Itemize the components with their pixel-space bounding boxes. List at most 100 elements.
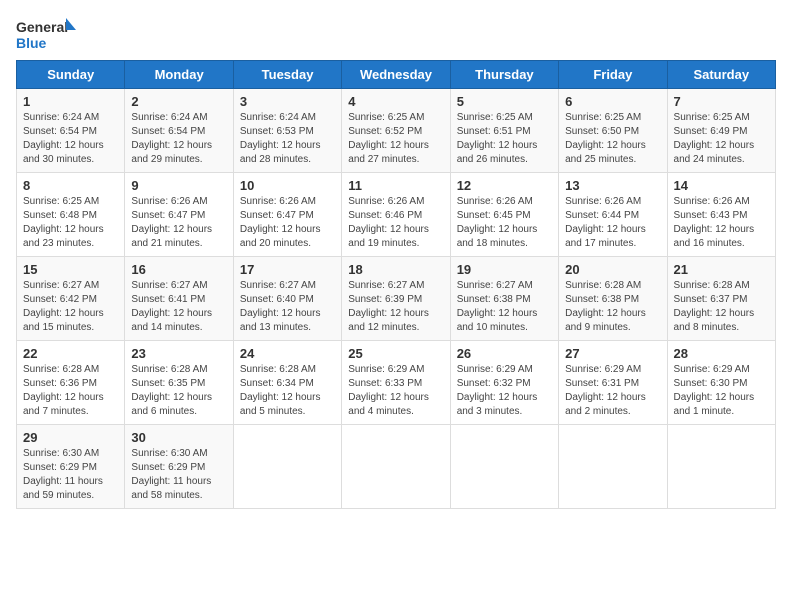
day-detail: Sunrise: 6:28 AMSunset: 6:35 PMDaylight:… bbox=[131, 363, 226, 419]
day-detail: Sunrise: 6:30 AMSunset: 6:29 PMDaylight:… bbox=[23, 447, 118, 503]
day-detail: Sunrise: 6:26 AMSunset: 6:45 PMDaylight:… bbox=[457, 195, 552, 251]
day-detail: Sunrise: 6:25 AMSunset: 6:52 PMDaylight:… bbox=[348, 111, 443, 167]
weekday-header-wednesday: Wednesday bbox=[342, 61, 450, 89]
calendar-week-row: 8 Sunrise: 6:25 AMSunset: 6:48 PMDayligh… bbox=[17, 173, 776, 257]
logo-svg: General Blue bbox=[16, 16, 76, 52]
day-number: 8 bbox=[23, 178, 118, 193]
day-number: 14 bbox=[674, 178, 769, 193]
calendar-day-cell: 15 Sunrise: 6:27 AMSunset: 6:42 PMDaylig… bbox=[17, 257, 125, 341]
calendar-day-cell: 16 Sunrise: 6:27 AMSunset: 6:41 PMDaylig… bbox=[125, 257, 233, 341]
calendar-day-cell: 9 Sunrise: 6:26 AMSunset: 6:47 PMDayligh… bbox=[125, 173, 233, 257]
weekday-header-thursday: Thursday bbox=[450, 61, 558, 89]
calendar-day-cell: 23 Sunrise: 6:28 AMSunset: 6:35 PMDaylig… bbox=[125, 341, 233, 425]
day-detail: Sunrise: 6:27 AMSunset: 6:40 PMDaylight:… bbox=[240, 279, 335, 335]
day-number: 21 bbox=[674, 262, 769, 277]
day-detail: Sunrise: 6:24 AMSunset: 6:54 PMDaylight:… bbox=[131, 111, 226, 167]
page-header: General Blue bbox=[16, 16, 776, 52]
day-number: 2 bbox=[131, 94, 226, 109]
calendar-day-cell: 14 Sunrise: 6:26 AMSunset: 6:43 PMDaylig… bbox=[667, 173, 775, 257]
calendar-day-cell: 2 Sunrise: 6:24 AMSunset: 6:54 PMDayligh… bbox=[125, 89, 233, 173]
day-detail: Sunrise: 6:25 AMSunset: 6:51 PMDaylight:… bbox=[457, 111, 552, 167]
calendar-day-cell: 8 Sunrise: 6:25 AMSunset: 6:48 PMDayligh… bbox=[17, 173, 125, 257]
day-number: 10 bbox=[240, 178, 335, 193]
calendar-day-cell bbox=[559, 425, 667, 509]
day-detail: Sunrise: 6:27 AMSunset: 6:39 PMDaylight:… bbox=[348, 279, 443, 335]
day-number: 29 bbox=[23, 430, 118, 445]
day-detail: Sunrise: 6:25 AMSunset: 6:48 PMDaylight:… bbox=[23, 195, 118, 251]
calendar-day-cell: 11 Sunrise: 6:26 AMSunset: 6:46 PMDaylig… bbox=[342, 173, 450, 257]
calendar-day-cell: 25 Sunrise: 6:29 AMSunset: 6:33 PMDaylig… bbox=[342, 341, 450, 425]
day-number: 28 bbox=[674, 346, 769, 361]
day-number: 27 bbox=[565, 346, 660, 361]
calendar-week-row: 15 Sunrise: 6:27 AMSunset: 6:42 PMDaylig… bbox=[17, 257, 776, 341]
calendar-day-cell bbox=[667, 425, 775, 509]
weekday-header-sunday: Sunday bbox=[17, 61, 125, 89]
calendar-day-cell: 7 Sunrise: 6:25 AMSunset: 6:49 PMDayligh… bbox=[667, 89, 775, 173]
day-detail: Sunrise: 6:27 AMSunset: 6:41 PMDaylight:… bbox=[131, 279, 226, 335]
day-detail: Sunrise: 6:30 AMSunset: 6:29 PMDaylight:… bbox=[131, 447, 226, 503]
calendar-day-cell: 10 Sunrise: 6:26 AMSunset: 6:47 PMDaylig… bbox=[233, 173, 341, 257]
day-detail: Sunrise: 6:28 AMSunset: 6:36 PMDaylight:… bbox=[23, 363, 118, 419]
day-number: 17 bbox=[240, 262, 335, 277]
day-detail: Sunrise: 6:28 AMSunset: 6:38 PMDaylight:… bbox=[565, 279, 660, 335]
calendar-day-cell: 26 Sunrise: 6:29 AMSunset: 6:32 PMDaylig… bbox=[450, 341, 558, 425]
day-detail: Sunrise: 6:25 AMSunset: 6:50 PMDaylight:… bbox=[565, 111, 660, 167]
calendar-day-cell: 3 Sunrise: 6:24 AMSunset: 6:53 PMDayligh… bbox=[233, 89, 341, 173]
calendar-week-row: 1 Sunrise: 6:24 AMSunset: 6:54 PMDayligh… bbox=[17, 89, 776, 173]
calendar-day-cell: 24 Sunrise: 6:28 AMSunset: 6:34 PMDaylig… bbox=[233, 341, 341, 425]
day-number: 18 bbox=[348, 262, 443, 277]
day-number: 1 bbox=[23, 94, 118, 109]
svg-text:Blue: Blue bbox=[16, 35, 47, 51]
logo: General Blue bbox=[16, 16, 76, 52]
calendar-day-cell: 17 Sunrise: 6:27 AMSunset: 6:40 PMDaylig… bbox=[233, 257, 341, 341]
calendar-table: SundayMondayTuesdayWednesdayThursdayFrid… bbox=[16, 60, 776, 509]
calendar-day-cell: 30 Sunrise: 6:30 AMSunset: 6:29 PMDaylig… bbox=[125, 425, 233, 509]
day-detail: Sunrise: 6:28 AMSunset: 6:34 PMDaylight:… bbox=[240, 363, 335, 419]
day-number: 30 bbox=[131, 430, 226, 445]
day-number: 11 bbox=[348, 178, 443, 193]
weekday-header-row: SundayMondayTuesdayWednesdayThursdayFrid… bbox=[17, 61, 776, 89]
day-detail: Sunrise: 6:26 AMSunset: 6:43 PMDaylight:… bbox=[674, 195, 769, 251]
day-detail: Sunrise: 6:29 AMSunset: 6:30 PMDaylight:… bbox=[674, 363, 769, 419]
calendar-day-cell: 19 Sunrise: 6:27 AMSunset: 6:38 PMDaylig… bbox=[450, 257, 558, 341]
day-number: 23 bbox=[131, 346, 226, 361]
day-number: 16 bbox=[131, 262, 226, 277]
day-number: 19 bbox=[457, 262, 552, 277]
day-number: 20 bbox=[565, 262, 660, 277]
calendar-day-cell: 4 Sunrise: 6:25 AMSunset: 6:52 PMDayligh… bbox=[342, 89, 450, 173]
calendar-day-cell: 27 Sunrise: 6:29 AMSunset: 6:31 PMDaylig… bbox=[559, 341, 667, 425]
day-detail: Sunrise: 6:28 AMSunset: 6:37 PMDaylight:… bbox=[674, 279, 769, 335]
day-detail: Sunrise: 6:24 AMSunset: 6:54 PMDaylight:… bbox=[23, 111, 118, 167]
day-number: 7 bbox=[674, 94, 769, 109]
calendar-day-cell: 18 Sunrise: 6:27 AMSunset: 6:39 PMDaylig… bbox=[342, 257, 450, 341]
calendar-day-cell: 5 Sunrise: 6:25 AMSunset: 6:51 PMDayligh… bbox=[450, 89, 558, 173]
day-detail: Sunrise: 6:27 AMSunset: 6:42 PMDaylight:… bbox=[23, 279, 118, 335]
day-number: 4 bbox=[348, 94, 443, 109]
day-number: 12 bbox=[457, 178, 552, 193]
day-detail: Sunrise: 6:24 AMSunset: 6:53 PMDaylight:… bbox=[240, 111, 335, 167]
svg-text:General: General bbox=[16, 19, 68, 35]
calendar-day-cell: 12 Sunrise: 6:26 AMSunset: 6:45 PMDaylig… bbox=[450, 173, 558, 257]
day-number: 13 bbox=[565, 178, 660, 193]
day-detail: Sunrise: 6:29 AMSunset: 6:32 PMDaylight:… bbox=[457, 363, 552, 419]
day-detail: Sunrise: 6:25 AMSunset: 6:49 PMDaylight:… bbox=[674, 111, 769, 167]
calendar-day-cell: 22 Sunrise: 6:28 AMSunset: 6:36 PMDaylig… bbox=[17, 341, 125, 425]
day-detail: Sunrise: 6:26 AMSunset: 6:46 PMDaylight:… bbox=[348, 195, 443, 251]
day-number: 5 bbox=[457, 94, 552, 109]
day-detail: Sunrise: 6:26 AMSunset: 6:47 PMDaylight:… bbox=[240, 195, 335, 251]
calendar-week-row: 22 Sunrise: 6:28 AMSunset: 6:36 PMDaylig… bbox=[17, 341, 776, 425]
calendar-day-cell: 29 Sunrise: 6:30 AMSunset: 6:29 PMDaylig… bbox=[17, 425, 125, 509]
weekday-header-tuesday: Tuesday bbox=[233, 61, 341, 89]
day-number: 9 bbox=[131, 178, 226, 193]
day-number: 25 bbox=[348, 346, 443, 361]
day-number: 22 bbox=[23, 346, 118, 361]
calendar-day-cell bbox=[450, 425, 558, 509]
weekday-header-saturday: Saturday bbox=[667, 61, 775, 89]
day-detail: Sunrise: 6:29 AMSunset: 6:31 PMDaylight:… bbox=[565, 363, 660, 419]
calendar-day-cell: 21 Sunrise: 6:28 AMSunset: 6:37 PMDaylig… bbox=[667, 257, 775, 341]
calendar-day-cell: 20 Sunrise: 6:28 AMSunset: 6:38 PMDaylig… bbox=[559, 257, 667, 341]
day-detail: Sunrise: 6:27 AMSunset: 6:38 PMDaylight:… bbox=[457, 279, 552, 335]
calendar-day-cell bbox=[342, 425, 450, 509]
weekday-header-friday: Friday bbox=[559, 61, 667, 89]
weekday-header-monday: Monday bbox=[125, 61, 233, 89]
